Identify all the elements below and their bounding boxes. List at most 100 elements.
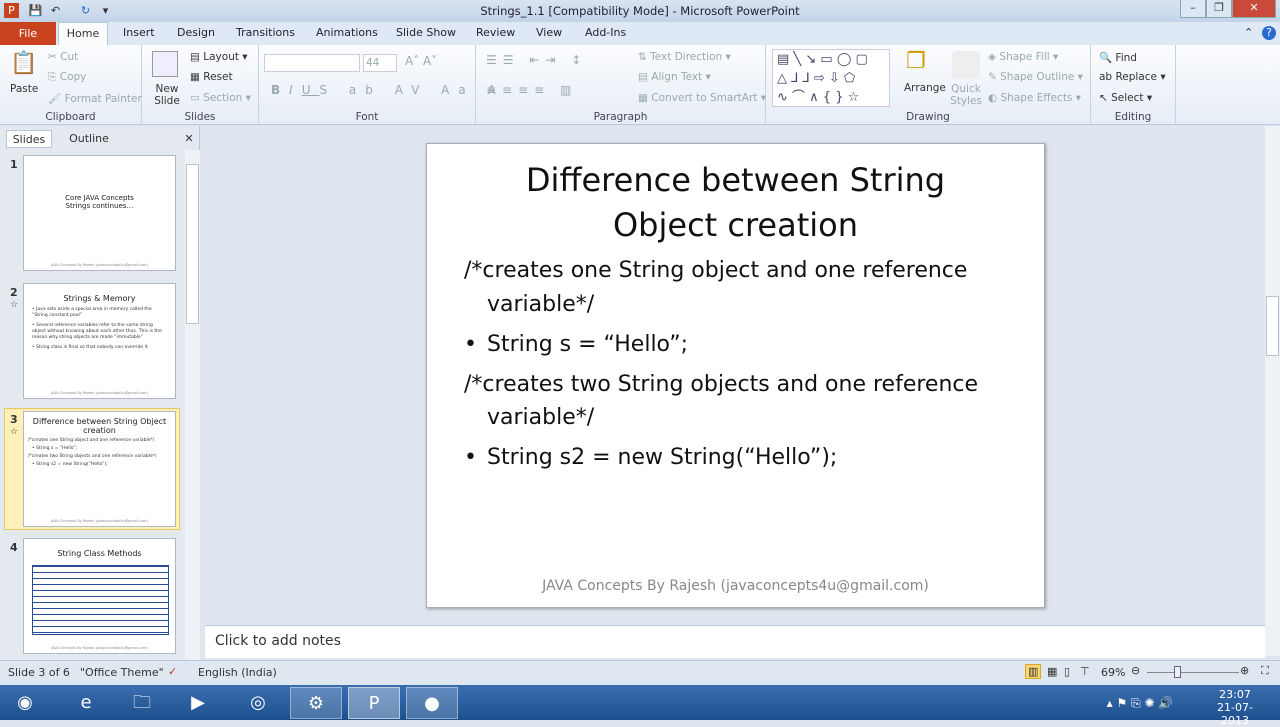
tab-view[interactable]: View — [536, 26, 562, 39]
spell-check-icon[interactable]: ✓ — [168, 665, 177, 678]
font-size-input[interactable]: 44 — [363, 54, 397, 72]
close-pane-icon[interactable]: ✕ — [182, 130, 196, 148]
fit-to-window-icon[interactable]: ⛶ — [1261, 664, 1269, 678]
zoom-out-icon[interactable]: ⊖ — [1131, 664, 1140, 677]
quick-styles-button[interactable]: Quick Styles — [948, 83, 984, 107]
thumb-text: /*creates one String object and one refe… — [28, 438, 155, 443]
clipboard-label: Clipboard — [45, 111, 96, 123]
theme-name[interactable]: "Office Theme" — [80, 666, 164, 679]
zoom-slider[interactable] — [1147, 672, 1239, 673]
camtasia-icon[interactable]: ● — [406, 687, 458, 719]
slide-comment-line[interactable]: variable*/ — [487, 405, 594, 430]
slide-comment-line[interactable]: /*creates one String object and one refe… — [464, 258, 967, 283]
zoom-slider-thumb[interactable] — [1174, 666, 1182, 678]
font-name-input[interactable] — [264, 54, 360, 72]
thumb-text: • Java sets aside a special area in memo… — [32, 307, 152, 318]
slide-comment-line[interactable]: /*creates two String objects and one ref… — [464, 372, 978, 397]
thumb-text: • String s = “Hello”; — [32, 446, 78, 451]
slide-thumbnail-1[interactable]: Core JAVA Concepts Strings continues… JA… — [23, 155, 176, 271]
ribbon-tabs: File Home Insert Design Transitions Anim… — [0, 22, 1280, 46]
reset-button[interactable]: ▦ Reset — [190, 71, 233, 83]
thumb-title: Strings & Memory — [63, 294, 136, 303]
minimize-button[interactable]: – — [1180, 0, 1206, 18]
tab-slides[interactable]: Slides — [6, 130, 52, 148]
tab-design[interactable]: Design — [177, 26, 215, 39]
zoom-in-icon[interactable]: ⊕ — [1240, 664, 1249, 677]
bullet-icon: • — [464, 332, 477, 357]
shape-outline-button[interactable]: ✎ Shape Outline ▾ — [988, 71, 1083, 83]
cut-button[interactable]: ✂ Cut — [48, 51, 78, 63]
list-buttons[interactable]: ☰☰ ⇤⇥ ↕ — [486, 53, 587, 67]
slide-title[interactable]: Difference between String Object creatio… — [427, 158, 1044, 248]
slide-footer[interactable]: JAVA Concepts By Rajesh (javaconcepts4u@… — [427, 578, 1044, 594]
shapes-gallery[interactable]: ▤ ╲ ↘ ▭ ◯ ▢ △ ⅃ ⅃ ⇨ ⇩ ⬠ ∿ ⌒ ∧ { } ☆ — [772, 49, 890, 107]
tab-slide-show[interactable]: Slide Show — [396, 26, 456, 39]
arrange-icon[interactable]: ❐ — [906, 49, 926, 74]
system-tray-icons[interactable]: ▴ ⚑ ⎘ ✺ 🔊 — [1080, 687, 1200, 719]
text-direction-button[interactable]: ⇅ Text Direction ▾ — [638, 51, 731, 63]
slide-show-icon[interactable]: ⊤ — [1080, 665, 1090, 678]
internet-explorer-icon[interactable]: e — [60, 687, 112, 719]
tab-home[interactable]: Home — [58, 22, 108, 46]
section-button[interactable]: ▭ Section ▾ — [190, 92, 251, 104]
zoom-level[interactable]: 69% — [1101, 666, 1125, 679]
media-player-icon[interactable]: ▶ — [172, 687, 224, 719]
tab-add-ins[interactable]: Add-Ins — [585, 26, 626, 39]
main-scrollbar[interactable] — [1265, 126, 1280, 656]
quick-styles-icon[interactable] — [952, 51, 980, 79]
tab-outline[interactable]: Outline — [58, 130, 120, 148]
slide-thumbnail-3[interactable]: Difference between String Object creatio… — [23, 411, 176, 527]
java-ee-ide-icon[interactable]: ⚙ — [290, 687, 342, 719]
font-format-buttons[interactable]: BIUS ab AV Aa A — [271, 83, 505, 97]
powerpoint-taskbar-icon[interactable]: P — [348, 687, 400, 719]
slide-bullet[interactable]: String s2 = new String(“Hello”); — [487, 445, 837, 470]
thumb-title: Core JAVA Concepts Strings continues… — [65, 194, 134, 210]
language[interactable]: English (India) — [198, 666, 277, 679]
paste-button[interactable]: Paste — [10, 83, 38, 95]
copy-button[interactable]: ⎘ Copy — [48, 71, 86, 84]
select-button[interactable]: ↖ Select ▾ — [1099, 92, 1152, 104]
align-text-button[interactable]: ▤ Align Text ▾ — [638, 71, 711, 83]
slide-thumbnail-2[interactable]: Strings & Memory • Java sets aside a spe… — [23, 283, 176, 399]
minimize-ribbon-icon[interactable]: ⌃ — [1244, 26, 1253, 39]
slide-bullet[interactable]: String s = “Hello”; — [487, 332, 688, 357]
normal-view-icon[interactable]: ▥ — [1025, 664, 1042, 679]
paragraph-group: ☰☰ ⇤⇥ ↕ ≡≡≡≡ ▥ ⇅ Text Direction ▾ ▤ Alig… — [476, 45, 766, 125]
slide-canvas[interactable]: Difference between String Object creatio… — [426, 143, 1045, 608]
start-button-icon[interactable]: ◉ — [0, 687, 50, 719]
slide-sorter-icon[interactable]: ▦ — [1047, 665, 1057, 678]
restore-button[interactable]: ❐ — [1206, 0, 1232, 18]
new-slide-button[interactable]: New Slide — [150, 83, 184, 107]
slide-comment-line[interactable]: variable*/ — [487, 292, 594, 317]
arrange-button[interactable]: Arrange — [904, 82, 946, 94]
tab-file[interactable]: File — [0, 22, 56, 45]
convert-smartart-button[interactable]: ▦ Convert to SmartArt ▾ — [638, 92, 766, 104]
replace-button[interactable]: ab Replace ▾ — [1099, 71, 1166, 83]
format-painter-button[interactable]: 🖌 Format Painter — [48, 92, 142, 105]
shape-effects-button[interactable]: ◐ Shape Effects ▾ — [988, 92, 1081, 104]
new-slide-icon[interactable] — [152, 51, 178, 77]
clock[interactable]: 23:07 21-07-2013 — [1205, 688, 1265, 727]
tab-transitions[interactable]: Transitions — [236, 26, 295, 39]
slides-pane-scrollbar[interactable] — [185, 150, 200, 660]
tab-animations[interactable]: Animations — [316, 26, 378, 39]
slide-thumbnail-4[interactable]: String Class Methods JAVA Concepts By Ra… — [23, 538, 176, 654]
chrome-icon[interactable]: ◎ — [232, 687, 284, 719]
help-icon[interactable]: ? — [1262, 26, 1276, 40]
reading-view-icon[interactable]: ▯ — [1064, 665, 1070, 678]
close-button[interactable]: ✕ — [1232, 0, 1276, 18]
paragraph-label: Paragraph — [593, 111, 648, 123]
tab-insert[interactable]: Insert — [123, 26, 155, 39]
shape-fill-button[interactable]: ◈ Shape Fill ▾ — [988, 51, 1058, 63]
file-explorer-icon[interactable]: 🗀 — [116, 687, 168, 719]
tab-review[interactable]: Review — [476, 26, 515, 39]
paste-icon[interactable]: 📋 — [10, 51, 37, 76]
align-buttons[interactable]: ≡≡≡≡ ▥ — [486, 83, 577, 97]
find-button[interactable]: 🔍 Find — [1099, 51, 1137, 64]
editing-group: 🔍 Find ab Replace ▾ ↖ Select ▾ Editing — [1091, 45, 1176, 125]
notes-pane[interactable]: Click to add notes — [205, 625, 1265, 658]
layout-button[interactable]: ▤ Layout ▾ — [190, 51, 248, 63]
notes-placeholder[interactable]: Click to add notes — [215, 633, 341, 649]
grow-font-icon[interactable]: A˄ A˅ — [405, 54, 437, 68]
editing-label: Editing — [1114, 111, 1152, 123]
